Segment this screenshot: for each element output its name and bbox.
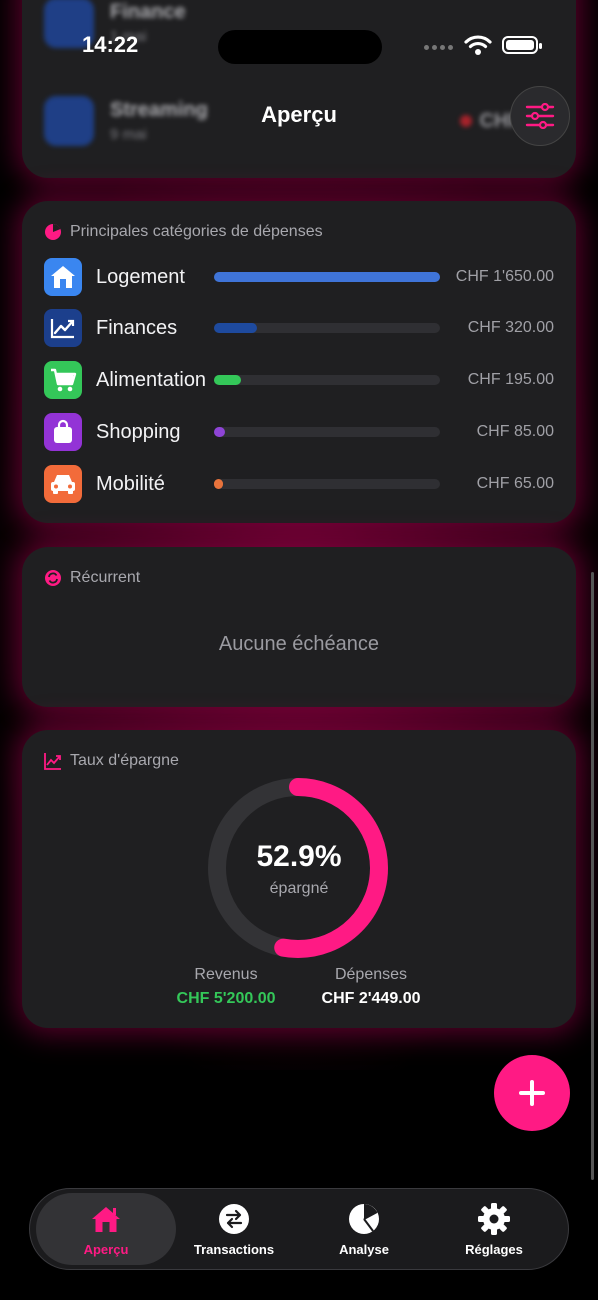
item-title: Finance (110, 1, 186, 23)
category-row-logement[interactable]: Logement CHF 1'650.00 (44, 258, 554, 296)
income-label: Revenus (194, 966, 258, 983)
filter-button[interactable] (510, 86, 570, 146)
category-label: Shopping (96, 420, 181, 443)
tab-apercu[interactable]: Aperçu (36, 1193, 176, 1265)
category-row-alimentation[interactable]: Alimentation CHF 195.00 (44, 361, 554, 399)
category-bar-fill (214, 427, 226, 437)
expense-value: CHF 2'449.00 (321, 990, 421, 1007)
recurring-card[interactable]: Récurrent Aucune échéance (22, 547, 576, 707)
tab-bar: Aperçu Transactions Analyse Réglages (29, 1188, 569, 1270)
tab-label: Réglages (465, 1241, 523, 1257)
category-bar (214, 272, 440, 282)
category-amount: CHF 85.00 (476, 423, 554, 440)
category-bar-fill (214, 272, 440, 282)
card-title: Taux d'épargne (70, 752, 179, 769)
sliders-icon (525, 103, 555, 129)
empty-state-text: Aucune échéance (218, 633, 380, 655)
category-amount: CHF 320.00 (467, 319, 554, 336)
category-bar-fill (214, 479, 224, 489)
category-bar (214, 323, 440, 333)
tab-analyse[interactable]: Analyse (294, 1193, 434, 1265)
tab-reglages[interactable]: Réglages (424, 1193, 564, 1265)
upcoming-card-partial: Finance 1 mai Streaming 9 mai CHF 2... (22, 0, 576, 178)
cart-icon (51, 368, 77, 392)
category-row-shopping[interactable]: Shopping CHF 85.00 (44, 413, 554, 451)
category-icon (44, 465, 82, 503)
category-bar-fill (214, 375, 242, 385)
category-bar-fill (214, 323, 257, 333)
bag-icon (54, 419, 72, 443)
car-icon (51, 475, 75, 494)
savings-caption: épargné (269, 880, 329, 897)
arrows-swap-icon (219, 1203, 249, 1234)
savings-rate-card[interactable]: Taux d'épargne 52.9% épargné Revenus CHF… (22, 730, 576, 1028)
status-bar: 14:22 (0, 30, 598, 64)
pie-chart-icon (349, 1203, 379, 1234)
card-header: Récurrent (44, 569, 140, 587)
gear-icon (478, 1202, 510, 1235)
tab-transactions[interactable]: Transactions (164, 1193, 304, 1265)
tab-label: Analyse (339, 1241, 389, 1257)
house-icon (92, 1206, 120, 1232)
add-transaction-button[interactable] (494, 1055, 570, 1131)
card-header: Principales catégories de dépenses (44, 223, 323, 241)
status-time: 14:22 (82, 32, 139, 57)
category-label: Alimentation (96, 368, 207, 391)
category-icon (44, 413, 82, 451)
scrollbar[interactable] (591, 572, 594, 1180)
battery-icon (502, 36, 542, 54)
card-header: Taux d'épargne (44, 752, 179, 770)
expense-stat: Dépenses CHF 2'449.00 (312, 966, 430, 1008)
pie-chart-icon (45, 223, 61, 240)
category-amount: CHF 1'650.00 (455, 268, 554, 285)
savings-percent: 52.9% (256, 840, 342, 873)
income-stat: Revenus CHF 5'200.00 (170, 966, 282, 1008)
category-label: Logement (96, 265, 185, 288)
category-bar (214, 375, 440, 385)
tab-label: Transactions (193, 1241, 275, 1257)
category-amount: CHF 195.00 (467, 371, 554, 388)
category-label: Mobilité (96, 472, 165, 495)
chart-trend-icon (50, 319, 75, 339)
house-icon (51, 266, 75, 288)
dynamic-island (218, 30, 382, 64)
wifi-icon (464, 35, 492, 55)
tab-label: Aperçu (83, 1241, 129, 1257)
chart-trend-icon (44, 753, 61, 770)
expense-label: Dépenses (334, 966, 408, 983)
card-title: Récurrent (70, 569, 141, 586)
category-icon (44, 309, 82, 347)
cellular-signal-icon (424, 45, 453, 50)
category-icon (44, 258, 82, 296)
category-amount: CHF 65.00 (476, 475, 554, 492)
category-row-mobilite[interactable]: Mobilité CHF 65.00 (44, 465, 554, 503)
income-value: CHF 5'200.00 (176, 990, 276, 1007)
category-bar (214, 427, 440, 437)
category-label: Finances (96, 316, 178, 339)
card-title: Principales catégories de dépenses (70, 223, 323, 240)
category-icon (44, 361, 82, 399)
top-categories-card[interactable]: Principales catégories de dépenses Logem… (22, 201, 576, 523)
plus-icon (519, 1080, 545, 1106)
recurring-icon (45, 570, 61, 586)
category-bar (214, 479, 440, 489)
item-date: 9 mai (110, 126, 147, 143)
category-row-finances[interactable]: Finances CHF 320.00 (44, 309, 554, 347)
page-title: Aperçu (261, 102, 337, 127)
